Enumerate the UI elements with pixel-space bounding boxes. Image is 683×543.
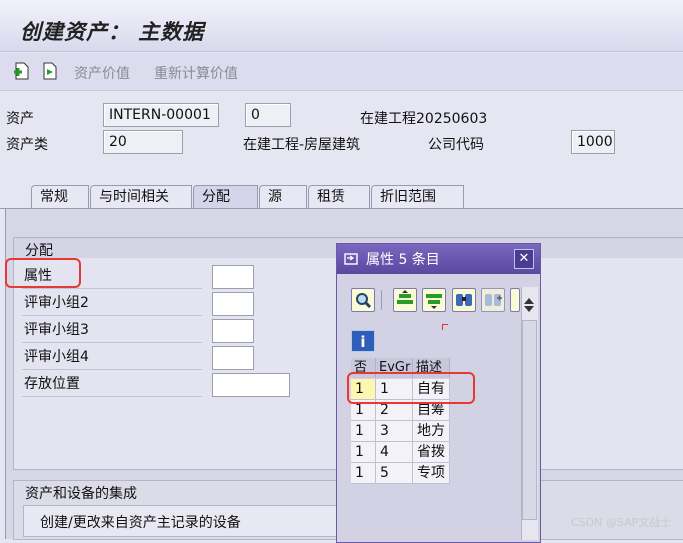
tab-leasing[interactable]: 租赁 <box>308 185 370 209</box>
evaluation-group-2-label: 评审小组2 <box>22 292 202 316</box>
scroll-down-icon[interactable] <box>524 306 534 312</box>
table-cell-no[interactable]: 1 <box>351 463 376 484</box>
evaluation-group-4-input[interactable] <box>212 346 254 370</box>
evaluation-group-2-input[interactable] <box>212 292 254 316</box>
storage-location-input[interactable] <box>212 373 290 397</box>
sort-ascending-icon[interactable] <box>393 288 417 312</box>
tab-time-dependent[interactable]: 与时间相关 <box>90 185 192 209</box>
table-cell-description[interactable]: 省拨 <box>413 442 450 463</box>
tab-general[interactable]: 常规 <box>31 185 89 209</box>
table-cell-no[interactable]: 1 <box>351 421 376 442</box>
highlight-box-attribute <box>5 258 81 288</box>
evaluation-group-3-input[interactable] <box>212 319 254 343</box>
sub-number-field[interactable]: 0 <box>245 103 291 127</box>
scrollbar-thumb[interactable] <box>522 320 537 520</box>
table-cell-description[interactable]: 专项 <box>413 463 450 484</box>
binoculars-icon[interactable] <box>452 288 476 312</box>
info-icon[interactable]: i <box>351 330 375 352</box>
evaluation-group-4-label: 评审小组4 <box>22 346 202 370</box>
allocation-group-title: 分配 <box>25 243 53 259</box>
table-cell-evgr[interactable]: 3 <box>376 421 413 442</box>
evaluation-group-3-label: 评审小组3 <box>22 319 202 343</box>
tab-origin[interactable]: 源 <box>259 185 307 209</box>
popup-window-icon <box>344 252 358 266</box>
find-next-icon[interactable] <box>481 288 505 312</box>
sort-descending-icon[interactable] <box>422 288 446 312</box>
tab-allocation[interactable]: 分配 <box>193 185 258 209</box>
company-code-label: 公司代码 <box>428 137 484 153</box>
asset-class-field[interactable]: 20 <box>103 130 183 154</box>
company-code-field[interactable]: 1000 <box>571 130 615 154</box>
asset-class-label: 资产类 <box>6 137 48 153</box>
recalculate-value-button[interactable]: 重新计算价值 <box>154 63 238 83</box>
equipment-checkbox-label[interactable]: 创建/更改来自资产主记录的设备 <box>40 512 241 532</box>
equipment-group-title: 资产和设备的集成 <box>25 486 137 502</box>
asset-description: 在建工程20250603 <box>360 111 488 127</box>
create-asset-icon[interactable] <box>12 61 32 81</box>
corner-marker <box>442 324 448 330</box>
create-similar-asset-icon[interactable] <box>40 61 60 81</box>
storage-location-label: 存放位置 <box>22 373 202 397</box>
asset-number-field[interactable]: INTERN-00001 <box>103 103 219 127</box>
scroll-up-icon[interactable] <box>524 298 534 304</box>
table-cell-evgr[interactable]: 5 <box>376 463 413 484</box>
asset-label: 资产 <box>6 111 34 127</box>
highlight-box-row <box>347 372 475 404</box>
asset-value-button[interactable]: 资产价值 <box>74 63 130 83</box>
more-icon[interactable] <box>510 288 520 312</box>
table-cell-description[interactable]: 地方 <box>413 421 450 442</box>
toolbar-separator <box>381 290 382 310</box>
popup-title: 属性 5 条目 <box>366 252 440 268</box>
tab-depreciation-areas[interactable]: 折旧范围 <box>371 185 464 209</box>
evaluation-group-1-input[interactable] <box>212 265 254 289</box>
table-cell-no[interactable]: 1 <box>351 442 376 463</box>
asset-class-description: 在建工程-房屋建筑 <box>243 137 361 153</box>
table-cell-evgr[interactable]: 4 <box>376 442 413 463</box>
watermark: CSDN @SAP文战士 <box>571 516 672 529</box>
find-icon[interactable] <box>351 288 375 312</box>
page-title: 创建资产： 主数据 <box>20 20 205 44</box>
close-icon[interactable]: ✕ <box>514 249 534 269</box>
